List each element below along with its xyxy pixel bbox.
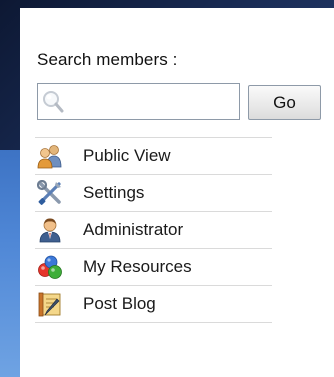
menu-item-label: Post Blog: [83, 294, 156, 313]
users-icon: [37, 145, 62, 169]
post-blog-icon: [38, 292, 61, 317]
settings-tools-icon: [37, 180, 61, 205]
menu-item-public-view[interactable]: Public View: [35, 138, 272, 175]
search-input[interactable]: [64, 84, 236, 119]
menu-item-my-resources[interactable]: My Resources: [35, 249, 272, 286]
search-icon: [43, 91, 64, 113]
menu-item-settings[interactable]: Settings: [35, 175, 272, 212]
menu-item-label: Administrator: [83, 220, 184, 239]
menu-item-label: Settings: [83, 183, 145, 202]
member-panel: Search members : Go Public View Settings…: [20, 8, 334, 377]
menu-item-administrator[interactable]: Administrator: [35, 212, 272, 249]
menu-item-label: My Resources: [83, 257, 192, 276]
administrator-icon: [39, 218, 61, 243]
resources-icon: [38, 255, 62, 279]
menu-item-post-blog[interactable]: Post Blog: [35, 286, 272, 323]
member-menu: Public View Settings Administrator My Re…: [35, 137, 272, 323]
search-field[interactable]: [37, 83, 240, 120]
search-members-label: Search members :: [37, 50, 178, 69]
go-button[interactable]: Go: [248, 85, 321, 120]
menu-item-label: Public View: [83, 146, 171, 165]
